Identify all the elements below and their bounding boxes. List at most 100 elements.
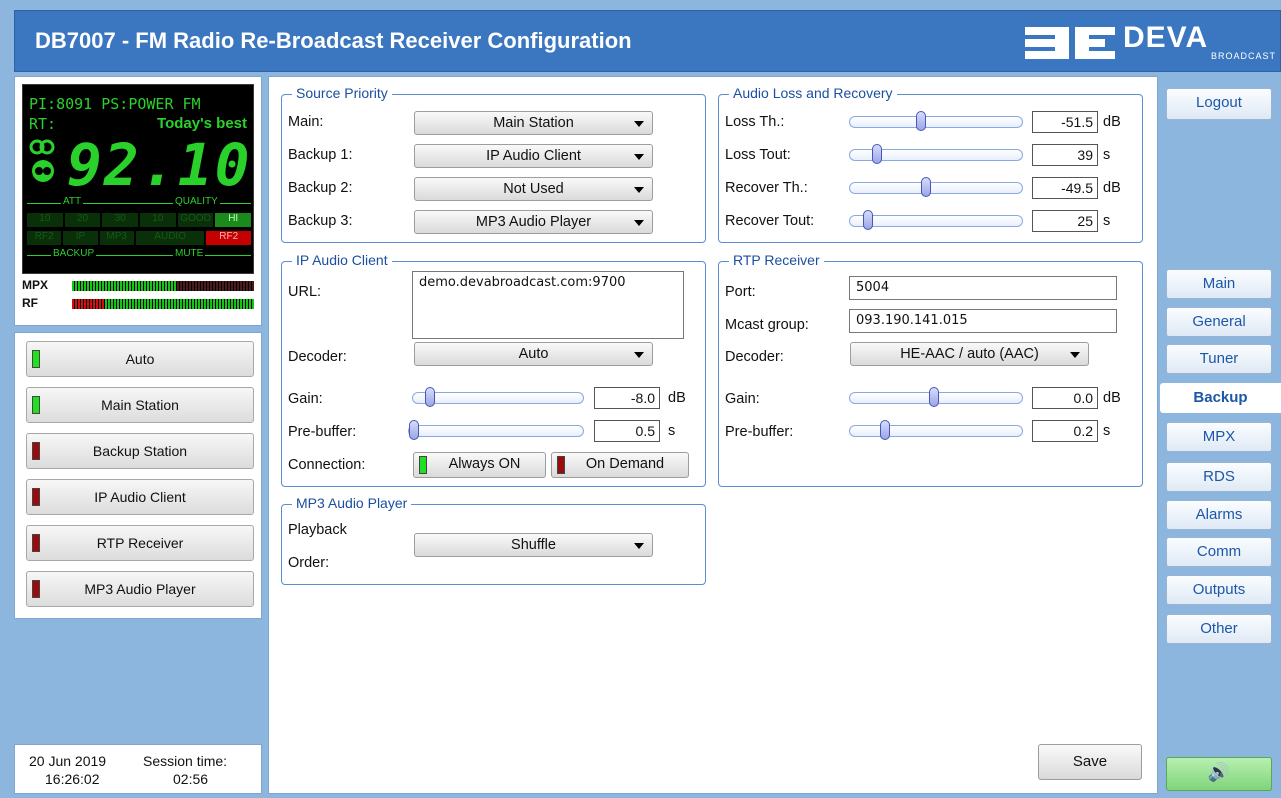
slider-thumb[interactable] [929, 387, 939, 407]
nav-main[interactable]: Main [1166, 269, 1272, 299]
nav-backup[interactable]: Backup [1160, 383, 1281, 413]
rtp-prebuffer-value[interactable]: 0.2 [1032, 420, 1098, 442]
rtp-gain-slider[interactable] [849, 387, 1023, 407]
prebuffer-unit: s [668, 423, 676, 439]
ip-audio-legend: IP Audio Client [292, 252, 392, 268]
source-mp3-audio-player-button[interactable]: MP3 Audio Player [26, 571, 254, 607]
audio-loss-group: Audio Loss and Recovery Loss Th.: -51.5 … [718, 85, 1143, 243]
nav-mpx[interactable]: MPX [1166, 422, 1272, 452]
att-cell: 20 [64, 213, 101, 227]
select-value: Auto [518, 346, 549, 362]
nav-rds[interactable]: RDS [1166, 462, 1272, 492]
main-source-select[interactable]: Main Station [414, 111, 653, 135]
slider-thumb[interactable] [916, 111, 926, 131]
backup1-source-select[interactable]: IP Audio Client [414, 144, 653, 168]
quality-label: QUALITY [173, 196, 220, 207]
logo-text: DEVA [1123, 21, 1209, 54]
logout-button[interactable]: Logout [1166, 88, 1272, 120]
rtp-gain-unit: dB [1103, 390, 1121, 406]
status-box: 20 Jun 2019 Session time: 16:26:02 02:56 [14, 744, 262, 794]
led-red-icon [32, 442, 40, 460]
select-value: Not Used [503, 181, 564, 197]
source-priority-group: Source Priority Main: Main Station Backu… [281, 85, 706, 243]
url-textarea[interactable]: demo.devabroadcast.com:9700 [412, 271, 684, 339]
rtp-decoder-select[interactable]: HE-AAC / auto (AAC) [850, 342, 1089, 366]
mp3-legend: MP3 Audio Player [292, 495, 412, 511]
playback-order-select[interactable]: Shuffle [414, 533, 653, 557]
nav-comm[interactable]: Comm [1166, 537, 1272, 567]
rtp-prebuffer-label: Pre-buffer: [725, 424, 794, 440]
slider-thumb[interactable] [921, 177, 931, 197]
loss-th-value[interactable]: -51.5 [1032, 111, 1098, 133]
rtp-gain-label: Gain: [725, 391, 760, 407]
playback-order-label-2: Order: [288, 555, 330, 571]
source-rtp-receiver-button[interactable]: RTP Receiver [26, 525, 254, 561]
led-red-icon [32, 534, 40, 552]
source-priority-legend: Source Priority [292, 85, 392, 101]
loss-th-unit: dB [1103, 114, 1121, 130]
mcast-label: Mcast group: [725, 317, 809, 333]
backup1-label: Backup 1: [288, 147, 353, 163]
source-main-station-button[interactable]: Main Station [26, 387, 254, 423]
rtp-prebuffer-slider[interactable] [849, 420, 1023, 440]
recover-th-value[interactable]: -49.5 [1032, 177, 1098, 199]
backup3-source-select[interactable]: MP3 Audio Player [414, 210, 653, 234]
backup2-label: Backup 2: [288, 180, 353, 196]
loss-th-slider[interactable] [849, 111, 1023, 131]
backup2-source-select[interactable]: Not Used [414, 177, 653, 201]
source-label: Auto [125, 351, 155, 367]
always-on-button[interactable]: Always ON [413, 452, 546, 478]
mcast-group-input[interactable]: 093.190.141.015 [849, 309, 1117, 333]
mpx-label: MPX [22, 278, 49, 292]
chevron-down-icon [634, 187, 644, 193]
nav-tuner[interactable]: Tuner [1166, 344, 1272, 374]
rf-label: RF [22, 296, 38, 310]
ip-gain-slider[interactable] [412, 387, 584, 407]
status-date: 20 Jun 2019 [29, 753, 107, 769]
slider-thumb[interactable] [425, 387, 435, 407]
save-button[interactable]: Save [1038, 744, 1142, 780]
rtp-prebuffer-unit: s [1103, 423, 1111, 439]
recover-th-label: Recover Th.: [725, 180, 808, 196]
nav-outputs[interactable]: Outputs [1166, 575, 1272, 605]
nav-other[interactable]: Other [1166, 614, 1272, 644]
att-label: ATT [61, 196, 84, 207]
rt-value: Today's best [157, 115, 247, 132]
slider-thumb[interactable] [863, 210, 873, 230]
loss-tout-unit: s [1103, 147, 1111, 163]
rtp-gain-value[interactable]: 0.0 [1032, 387, 1098, 409]
recover-tout-label: Recover Tout: [725, 213, 815, 229]
ip-decoder-select[interactable]: Auto [414, 342, 653, 366]
loss-th-label: Loss Th.: [725, 114, 785, 130]
source-label: Main Station [101, 397, 179, 413]
slider-thumb[interactable] [872, 144, 882, 164]
pi-value: 8091 [56, 95, 93, 113]
audio-speaker-button[interactable]: 🔊 [1166, 757, 1272, 791]
source-auto-button[interactable]: Auto [26, 341, 254, 377]
source-backup-station-button[interactable]: Backup Station [26, 433, 254, 469]
source-ip-audio-client-button[interactable]: IP Audio Client [26, 479, 254, 515]
quality-cell-active: HI [215, 213, 252, 227]
ip-prebuffer-value[interactable]: 0.5 [594, 420, 660, 442]
port-input[interactable]: 5004 [849, 276, 1117, 300]
session-value: 02:56 [173, 771, 209, 787]
recover-th-slider[interactable] [849, 177, 1023, 197]
rf-meter-red [72, 299, 104, 309]
on-demand-button[interactable]: On Demand [551, 452, 689, 478]
select-value: Shuffle [511, 537, 556, 553]
select-value: MP3 Audio Player [475, 214, 592, 230]
loss-tout-value[interactable]: 39 [1032, 144, 1098, 166]
led-green-icon [32, 350, 40, 368]
recover-tout-slider[interactable] [849, 210, 1023, 230]
nav-general[interactable]: General [1166, 307, 1272, 337]
ip-prebuffer-slider[interactable] [408, 420, 584, 440]
backup-label: BACKUP [51, 248, 97, 259]
slider-thumb[interactable] [880, 420, 890, 440]
loss-tout-slider[interactable] [849, 144, 1023, 164]
ip-gain-value[interactable]: -8.0 [594, 387, 660, 409]
select-value: Main Station [493, 115, 574, 131]
recover-tout-value[interactable]: 25 [1032, 210, 1098, 232]
slider-thumb[interactable] [409, 420, 419, 440]
backup-cell: MP3 [99, 231, 134, 245]
nav-alarms[interactable]: Alarms [1166, 500, 1272, 530]
